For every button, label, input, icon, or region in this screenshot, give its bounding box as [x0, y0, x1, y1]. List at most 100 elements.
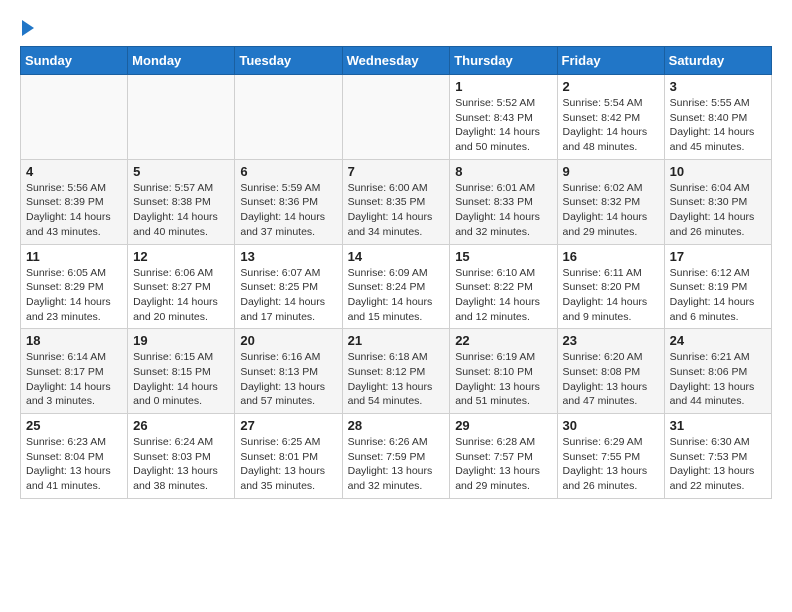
- calendar-cell: 5 Sunrise: 5:57 AM Sunset: 8:38 PM Daylig…: [128, 159, 235, 244]
- day-number: 27: [240, 418, 336, 433]
- day-number: 16: [563, 249, 659, 264]
- day-number: 9: [563, 164, 659, 179]
- calendar-cell: 1Sunrise: 5:52 AM Sunset: 8:43 PM Daylig…: [450, 75, 557, 160]
- column-header-wednesday: Wednesday: [342, 47, 450, 75]
- day-info: Sunrise: 6:14 AM Sunset: 8:17 PM Dayligh…: [26, 350, 122, 409]
- day-number: 21: [348, 333, 445, 348]
- day-number: 1: [455, 79, 551, 94]
- calendar-cell: 21 Sunrise: 6:18 AM Sunset: 8:12 PM Dayli…: [342, 329, 450, 414]
- day-info: Sunrise: 6:10 AM Sunset: 8:22 PM Dayligh…: [455, 266, 551, 325]
- day-info: Sunrise: 6:02 AM Sunset: 8:32 PM Dayligh…: [563, 181, 659, 240]
- day-info: Sunrise: 6:00 AM Sunset: 8:35 PM Dayligh…: [348, 181, 445, 240]
- day-number: 15: [455, 249, 551, 264]
- calendar-cell: 11 Sunrise: 6:05 AM Sunset: 8:29 PM Dayli…: [21, 244, 128, 329]
- page-header: [20, 20, 772, 36]
- day-number: 29: [455, 418, 551, 433]
- calendar-cell: 3Sunrise: 5:55 AM Sunset: 8:40 PM Daylig…: [664, 75, 771, 160]
- day-number: 4: [26, 164, 122, 179]
- calendar-cell: [128, 75, 235, 160]
- calendar-header-row: SundayMondayTuesdayWednesdayThursdayFrid…: [21, 47, 772, 75]
- calendar-week-row: 4 Sunrise: 5:56 AM Sunset: 8:39 PM Daylig…: [21, 159, 772, 244]
- day-info: Sunrise: 6:11 AM Sunset: 8:20 PM Dayligh…: [563, 266, 659, 325]
- day-info: Sunrise: 6:16 AM Sunset: 8:13 PM Dayligh…: [240, 350, 336, 409]
- day-info: Sunrise: 6:15 AM Sunset: 8:15 PM Dayligh…: [133, 350, 229, 409]
- day-number: 22: [455, 333, 551, 348]
- calendar-cell: [342, 75, 450, 160]
- day-info: Sunrise: 6:24 AM Sunset: 8:03 PM Dayligh…: [133, 435, 229, 494]
- day-info: Sunrise: 6:12 AM Sunset: 8:19 PM Dayligh…: [670, 266, 766, 325]
- day-number: 6: [240, 164, 336, 179]
- calendar-cell: 27 Sunrise: 6:25 AM Sunset: 8:01 PM Dayli…: [235, 414, 342, 499]
- calendar-cell: 22Sunrise: 6:19 AM Sunset: 8:10 PM Dayli…: [450, 329, 557, 414]
- calendar-cell: 7 Sunrise: 6:00 AM Sunset: 8:35 PM Daylig…: [342, 159, 450, 244]
- day-number: 24: [670, 333, 766, 348]
- column-header-thursday: Thursday: [450, 47, 557, 75]
- calendar-cell: 4 Sunrise: 5:56 AM Sunset: 8:39 PM Daylig…: [21, 159, 128, 244]
- calendar-cell: 20Sunrise: 6:16 AM Sunset: 8:13 PM Dayli…: [235, 329, 342, 414]
- day-info: Sunrise: 6:26 AM Sunset: 7:59 PM Dayligh…: [348, 435, 445, 494]
- day-info: Sunrise: 6:18 AM Sunset: 8:12 PM Dayligh…: [348, 350, 445, 409]
- day-number: 30: [563, 418, 659, 433]
- day-number: 2: [563, 79, 659, 94]
- calendar-cell: 14 Sunrise: 6:09 AM Sunset: 8:24 PM Dayli…: [342, 244, 450, 329]
- day-info: Sunrise: 6:07 AM Sunset: 8:25 PM Dayligh…: [240, 266, 336, 325]
- day-info: Sunrise: 6:29 AM Sunset: 7:55 PM Dayligh…: [563, 435, 659, 494]
- day-number: 28: [348, 418, 445, 433]
- calendar-cell: 12 Sunrise: 6:06 AM Sunset: 8:27 PM Dayli…: [128, 244, 235, 329]
- day-number: 13: [240, 249, 336, 264]
- column-header-friday: Friday: [557, 47, 664, 75]
- calendar-cell: 25 Sunrise: 6:23 AM Sunset: 8:04 PM Dayli…: [21, 414, 128, 499]
- column-header-monday: Monday: [128, 47, 235, 75]
- calendar-cell: 18 Sunrise: 6:14 AM Sunset: 8:17 PM Dayli…: [21, 329, 128, 414]
- column-header-sunday: Sunday: [21, 47, 128, 75]
- day-info: Sunrise: 6:09 AM Sunset: 8:24 PM Dayligh…: [348, 266, 445, 325]
- day-info: Sunrise: 6:28 AM Sunset: 7:57 PM Dayligh…: [455, 435, 551, 494]
- calendar-cell: [21, 75, 128, 160]
- day-info: Sunrise: 6:21 AM Sunset: 8:06 PM Dayligh…: [670, 350, 766, 409]
- day-info: Sunrise: 5:54 AM Sunset: 8:42 PM Dayligh…: [563, 96, 659, 155]
- calendar-week-row: 11 Sunrise: 6:05 AM Sunset: 8:29 PM Dayli…: [21, 244, 772, 329]
- day-number: 11: [26, 249, 122, 264]
- calendar-cell: 9 Sunrise: 6:02 AM Sunset: 8:32 PM Daylig…: [557, 159, 664, 244]
- day-number: 17: [670, 249, 766, 264]
- day-number: 14: [348, 249, 445, 264]
- column-header-tuesday: Tuesday: [235, 47, 342, 75]
- calendar-cell: 28 Sunrise: 6:26 AM Sunset: 7:59 PM Dayli…: [342, 414, 450, 499]
- day-number: 12: [133, 249, 229, 264]
- calendar-cell: 8 Sunrise: 6:01 AM Sunset: 8:33 PM Daylig…: [450, 159, 557, 244]
- day-info: Sunrise: 6:25 AM Sunset: 8:01 PM Dayligh…: [240, 435, 336, 494]
- day-info: Sunrise: 6:30 AM Sunset: 7:53 PM Dayligh…: [670, 435, 766, 494]
- calendar-cell: 2 Sunrise: 5:54 AM Sunset: 8:42 PM Daylig…: [557, 75, 664, 160]
- logo-arrow-icon: [22, 20, 34, 36]
- day-number: 18: [26, 333, 122, 348]
- day-number: 7: [348, 164, 445, 179]
- calendar-cell: 30 Sunrise: 6:29 AM Sunset: 7:55 PM Dayli…: [557, 414, 664, 499]
- calendar-cell: 23 Sunrise: 6:20 AM Sunset: 8:08 PM Dayli…: [557, 329, 664, 414]
- day-number: 8: [455, 164, 551, 179]
- day-number: 10: [670, 164, 766, 179]
- day-info: Sunrise: 6:01 AM Sunset: 8:33 PM Dayligh…: [455, 181, 551, 240]
- calendar-cell: 16 Sunrise: 6:11 AM Sunset: 8:20 PM Dayli…: [557, 244, 664, 329]
- logo: [20, 20, 34, 36]
- day-info: Sunrise: 6:23 AM Sunset: 8:04 PM Dayligh…: [26, 435, 122, 494]
- day-number: 19: [133, 333, 229, 348]
- calendar-cell: 17 Sunrise: 6:12 AM Sunset: 8:19 PM Dayli…: [664, 244, 771, 329]
- day-number: 23: [563, 333, 659, 348]
- day-info: Sunrise: 5:57 AM Sunset: 8:38 PM Dayligh…: [133, 181, 229, 240]
- day-number: 25: [26, 418, 122, 433]
- calendar-cell: 10 Sunrise: 6:04 AM Sunset: 8:30 PM Dayli…: [664, 159, 771, 244]
- day-info: Sunrise: 5:56 AM Sunset: 8:39 PM Dayligh…: [26, 181, 122, 240]
- day-info: Sunrise: 6:04 AM Sunset: 8:30 PM Dayligh…: [670, 181, 766, 240]
- calendar-cell: 29 Sunrise: 6:28 AM Sunset: 7:57 PM Dayli…: [450, 414, 557, 499]
- calendar-week-row: 18 Sunrise: 6:14 AM Sunset: 8:17 PM Dayli…: [21, 329, 772, 414]
- logo-text: [20, 20, 34, 36]
- calendar-cell: 24 Sunrise: 6:21 AM Sunset: 8:06 PM Dayli…: [664, 329, 771, 414]
- day-info: Sunrise: 6:05 AM Sunset: 8:29 PM Dayligh…: [26, 266, 122, 325]
- calendar-cell: 31 Sunrise: 6:30 AM Sunset: 7:53 PM Dayli…: [664, 414, 771, 499]
- day-number: 5: [133, 164, 229, 179]
- calendar-cell: 26Sunrise: 6:24 AM Sunset: 8:03 PM Dayli…: [128, 414, 235, 499]
- day-info: Sunrise: 5:55 AM Sunset: 8:40 PM Dayligh…: [670, 96, 766, 155]
- day-info: Sunrise: 6:06 AM Sunset: 8:27 PM Dayligh…: [133, 266, 229, 325]
- day-info: Sunrise: 6:20 AM Sunset: 8:08 PM Dayligh…: [563, 350, 659, 409]
- day-number: 31: [670, 418, 766, 433]
